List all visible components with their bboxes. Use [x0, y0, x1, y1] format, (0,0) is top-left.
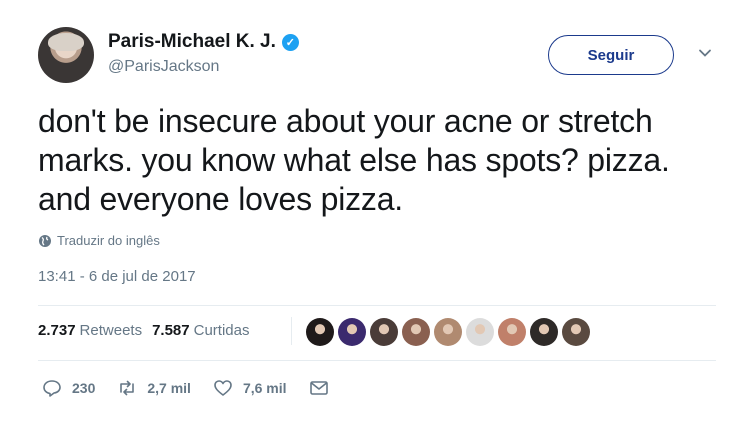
- likes-label[interactable]: Curtidas: [194, 322, 250, 339]
- tweet-timestamp[interactable]: 13:41 - 6 de jul de 2017: [38, 268, 196, 285]
- verified-badge-icon: ✓: [281, 33, 299, 51]
- retweets-label[interactable]: Retweets: [80, 322, 143, 339]
- globe-icon: [39, 234, 51, 247]
- user-handle[interactable]: @ParisJackson: [108, 58, 219, 76]
- translate-label[interactable]: Traduzir do inglês: [57, 233, 160, 248]
- tweet-text: don't be insecure about your acne or str…: [38, 103, 670, 217]
- tweet-stats: 2.737 Retweets 7.587 Curtidas: [38, 322, 259, 339]
- liker-avatar[interactable]: [434, 318, 462, 346]
- like-count: 7,6 mil: [242, 380, 287, 396]
- chevron-down-icon[interactable]: [698, 46, 712, 60]
- divider-bottom: [38, 360, 716, 361]
- retweets-count[interactable]: 2.737: [38, 322, 76, 339]
- liker-avatar[interactable]: [530, 318, 558, 346]
- reply-button[interactable]: 230: [42, 378, 95, 398]
- liker-avatar[interactable]: [370, 318, 398, 346]
- retweet-count: 2,7 mil: [147, 380, 191, 396]
- like-icon: [214, 380, 232, 396]
- likes-count[interactable]: 7.587: [152, 322, 190, 339]
- reply-count: 230: [72, 380, 96, 396]
- liker-avatar[interactable]: [402, 318, 430, 346]
- liker-avatar[interactable]: [338, 318, 366, 346]
- retweet-icon: [120, 380, 135, 396]
- display-name[interactable]: Paris-Michael K. J.: [108, 31, 276, 53]
- profile-avatar[interactable]: [38, 27, 94, 83]
- stats-separator: [291, 317, 292, 345]
- liker-avatars: [306, 318, 590, 346]
- liker-avatar[interactable]: [306, 318, 334, 346]
- direct-message-icon: [309, 381, 328, 395]
- retweet-button[interactable]: 2,7 mil: [117, 378, 191, 398]
- translate-link[interactable]: Traduzir do inglês: [38, 233, 160, 248]
- follow-button[interactable]: Seguir: [548, 35, 674, 75]
- direct-message-button[interactable]: [309, 378, 329, 398]
- tweet-actions: 230 2,7 mil 7,6 mil: [42, 378, 351, 398]
- liker-avatar[interactable]: [562, 318, 590, 346]
- user-name-row: Paris-Michael K. J. ✓: [108, 31, 299, 53]
- liker-avatar[interactable]: [498, 318, 526, 346]
- reply-icon: [43, 380, 61, 397]
- liker-avatar[interactable]: [466, 318, 494, 346]
- like-button[interactable]: 7,6 mil: [213, 378, 287, 398]
- divider-top: [38, 305, 716, 306]
